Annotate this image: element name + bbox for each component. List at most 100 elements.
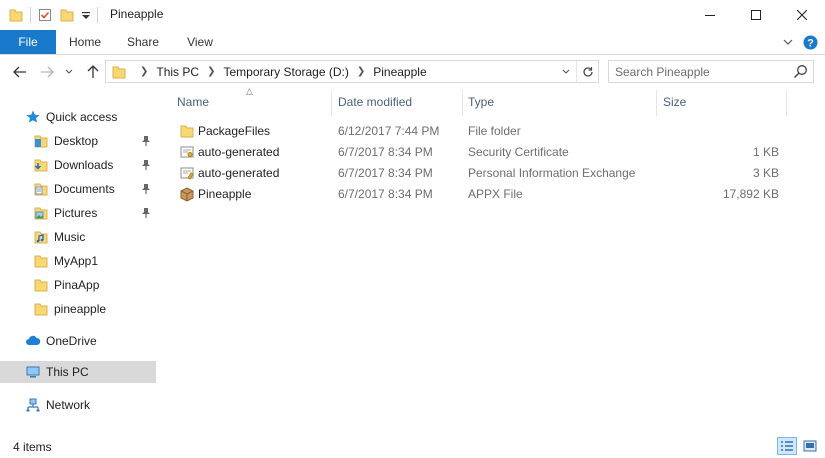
sidebar-item-pinaapp[interactable]: PinaApp	[0, 274, 156, 296]
file-row[interactable]: auto-generated 6/7/2017 8:34 PM Security…	[160, 141, 825, 162]
column-header-type[interactable]: Type	[468, 90, 656, 114]
svg-text:?: ?	[807, 37, 814, 49]
tab-view[interactable]: View	[172, 30, 228, 54]
breadcrumb-temporary-storage[interactable]: Temporary Storage (D:)	[223, 65, 348, 79]
forward-arrow-icon	[41, 66, 54, 78]
minimize-icon	[705, 14, 715, 16]
sidebar-item-documents[interactable]: Documents	[0, 178, 156, 200]
item-count: 4 items	[13, 440, 52, 454]
file-name: auto-generated	[198, 166, 280, 180]
downloads-folder-icon	[33, 157, 49, 173]
large-icons-view-button[interactable]	[800, 437, 820, 455]
file-type: APPX File	[468, 187, 523, 201]
sidebar-item-label: Desktop	[54, 134, 99, 148]
file-list: △ Name Date modified Type Size PackageFi…	[160, 86, 825, 430]
sidebar-item-pictures[interactable]: Pictures	[0, 202, 156, 224]
chevron-right-icon[interactable]: ❯	[140, 66, 148, 77]
sidebar-item-this-pc[interactable]: This PC	[0, 361, 156, 383]
pin-icon[interactable]	[141, 135, 151, 147]
tab-share[interactable]: Share	[114, 30, 172, 54]
sidebar-item-label: pineapple	[54, 302, 107, 316]
sidebar-item-label: Downloads	[54, 158, 114, 172]
star-icon	[25, 109, 41, 125]
search-icon[interactable]	[793, 64, 808, 79]
status-bar: 4 items	[0, 432, 825, 458]
window-controls	[687, 0, 825, 29]
refresh-button[interactable]	[576, 61, 598, 82]
details-view-button[interactable]	[777, 437, 797, 455]
search-input[interactable]	[615, 63, 785, 80]
title-bar: Pineapple	[0, 0, 825, 30]
recent-locations-button[interactable]	[62, 62, 76, 82]
sidebar-item-myapp1[interactable]: MyApp1	[0, 250, 156, 272]
file-date: 6/7/2017 8:34 PM	[338, 166, 433, 180]
chevron-right-icon[interactable]: ❯	[357, 66, 365, 77]
window-title: Pineapple	[110, 7, 164, 21]
tab-file[interactable]: File	[0, 30, 56, 54]
close-icon	[797, 9, 807, 20]
breadcrumb-pineapple[interactable]: Pineapple	[373, 65, 426, 79]
column-divider[interactable]	[331, 90, 332, 116]
tab-home[interactable]: Home	[56, 30, 114, 54]
navigation-bar: ❯ This PC ❯ Temporary Storage (D:) ❯ Pin…	[0, 56, 825, 88]
sidebar-item-pineapple[interactable]: pineapple	[0, 298, 156, 320]
sidebar-item-music[interactable]: Music	[0, 226, 156, 248]
column-divider[interactable]	[786, 90, 787, 116]
sidebar-item-label: PinaApp	[54, 278, 100, 292]
file-date: 6/7/2017 8:34 PM	[338, 187, 433, 201]
minimize-button[interactable]	[687, 0, 733, 29]
sidebar-item-label: Documents	[54, 182, 115, 196]
address-history-dropdown[interactable]	[558, 61, 574, 82]
search-box[interactable]	[608, 60, 814, 83]
customize-toolbar-dropdown-icon[interactable]	[81, 7, 91, 23]
up-button[interactable]	[83, 62, 103, 82]
sidebar-item-downloads[interactable]: Downloads	[0, 154, 156, 176]
network-icon	[25, 397, 41, 413]
file-date: 6/12/2017 7:44 PM	[338, 124, 440, 138]
pin-icon[interactable]	[141, 183, 151, 195]
file-row[interactable]: PackageFiles 6/12/2017 7:44 PM File fold…	[160, 120, 825, 141]
sidebar-item-quick-access[interactable]: Quick access	[0, 106, 156, 128]
column-divider[interactable]	[462, 90, 463, 116]
sidebar-item-label: Quick access	[46, 110, 118, 124]
maximize-button[interactable]	[733, 0, 779, 29]
expand-ribbon-icon[interactable]	[779, 33, 797, 51]
file-row[interactable]: Pineapple 6/7/2017 8:34 PM APPX File 17,…	[160, 183, 825, 204]
file-type: Security Certificate	[468, 145, 569, 159]
ribbon-tabs: File Home Share View ?	[0, 30, 825, 55]
folder-icon	[8, 7, 24, 23]
column-header-date-modified[interactable]: Date modified	[338, 90, 462, 114]
column-header-name[interactable]: Name	[177, 90, 331, 114]
folder-icon	[33, 253, 49, 269]
close-button[interactable]	[779, 0, 825, 29]
properties-check-icon[interactable]	[37, 7, 53, 23]
breadcrumb-this-pc[interactable]: This PC	[156, 65, 199, 79]
file-type: File folder	[468, 124, 521, 138]
file-row[interactable]: auto-generated 6/7/2017 8:34 PM Personal…	[160, 162, 825, 183]
file-type: Personal Information Exchange	[468, 166, 636, 180]
sidebar-item-network[interactable]: Network	[0, 394, 156, 416]
address-bar[interactable]: ❯ This PC ❯ Temporary Storage (D:) ❯ Pin…	[105, 60, 599, 83]
up-arrow-icon	[87, 65, 99, 78]
sidebar-item-label: Music	[54, 230, 86, 244]
pictures-folder-icon	[33, 205, 49, 221]
toolbar-separator	[97, 7, 98, 23]
new-folder-icon[interactable]	[59, 7, 75, 23]
sidebar-item-onedrive[interactable]: OneDrive	[0, 330, 156, 352]
pin-icon[interactable]	[141, 159, 151, 171]
column-divider[interactable]	[656, 90, 657, 116]
sidebar-item-desktop[interactable]: Desktop	[0, 130, 156, 152]
column-header-size[interactable]: Size	[663, 90, 783, 114]
pin-icon[interactable]	[141, 207, 151, 219]
navigation-pane: Quick access Desktop Downloads Documents	[0, 90, 158, 430]
help-icon[interactable]: ?	[801, 33, 819, 51]
sidebar-item-label: Pictures	[54, 206, 98, 220]
ribbon-right-controls: ?	[779, 33, 819, 51]
computer-icon	[25, 364, 41, 380]
certificate-icon	[179, 144, 195, 160]
folder-icon	[33, 277, 49, 293]
chevron-right-icon[interactable]: ❯	[207, 66, 215, 77]
back-button[interactable]	[10, 62, 30, 82]
forward-button[interactable]	[37, 62, 57, 82]
quick-access-toolbar	[8, 6, 104, 24]
